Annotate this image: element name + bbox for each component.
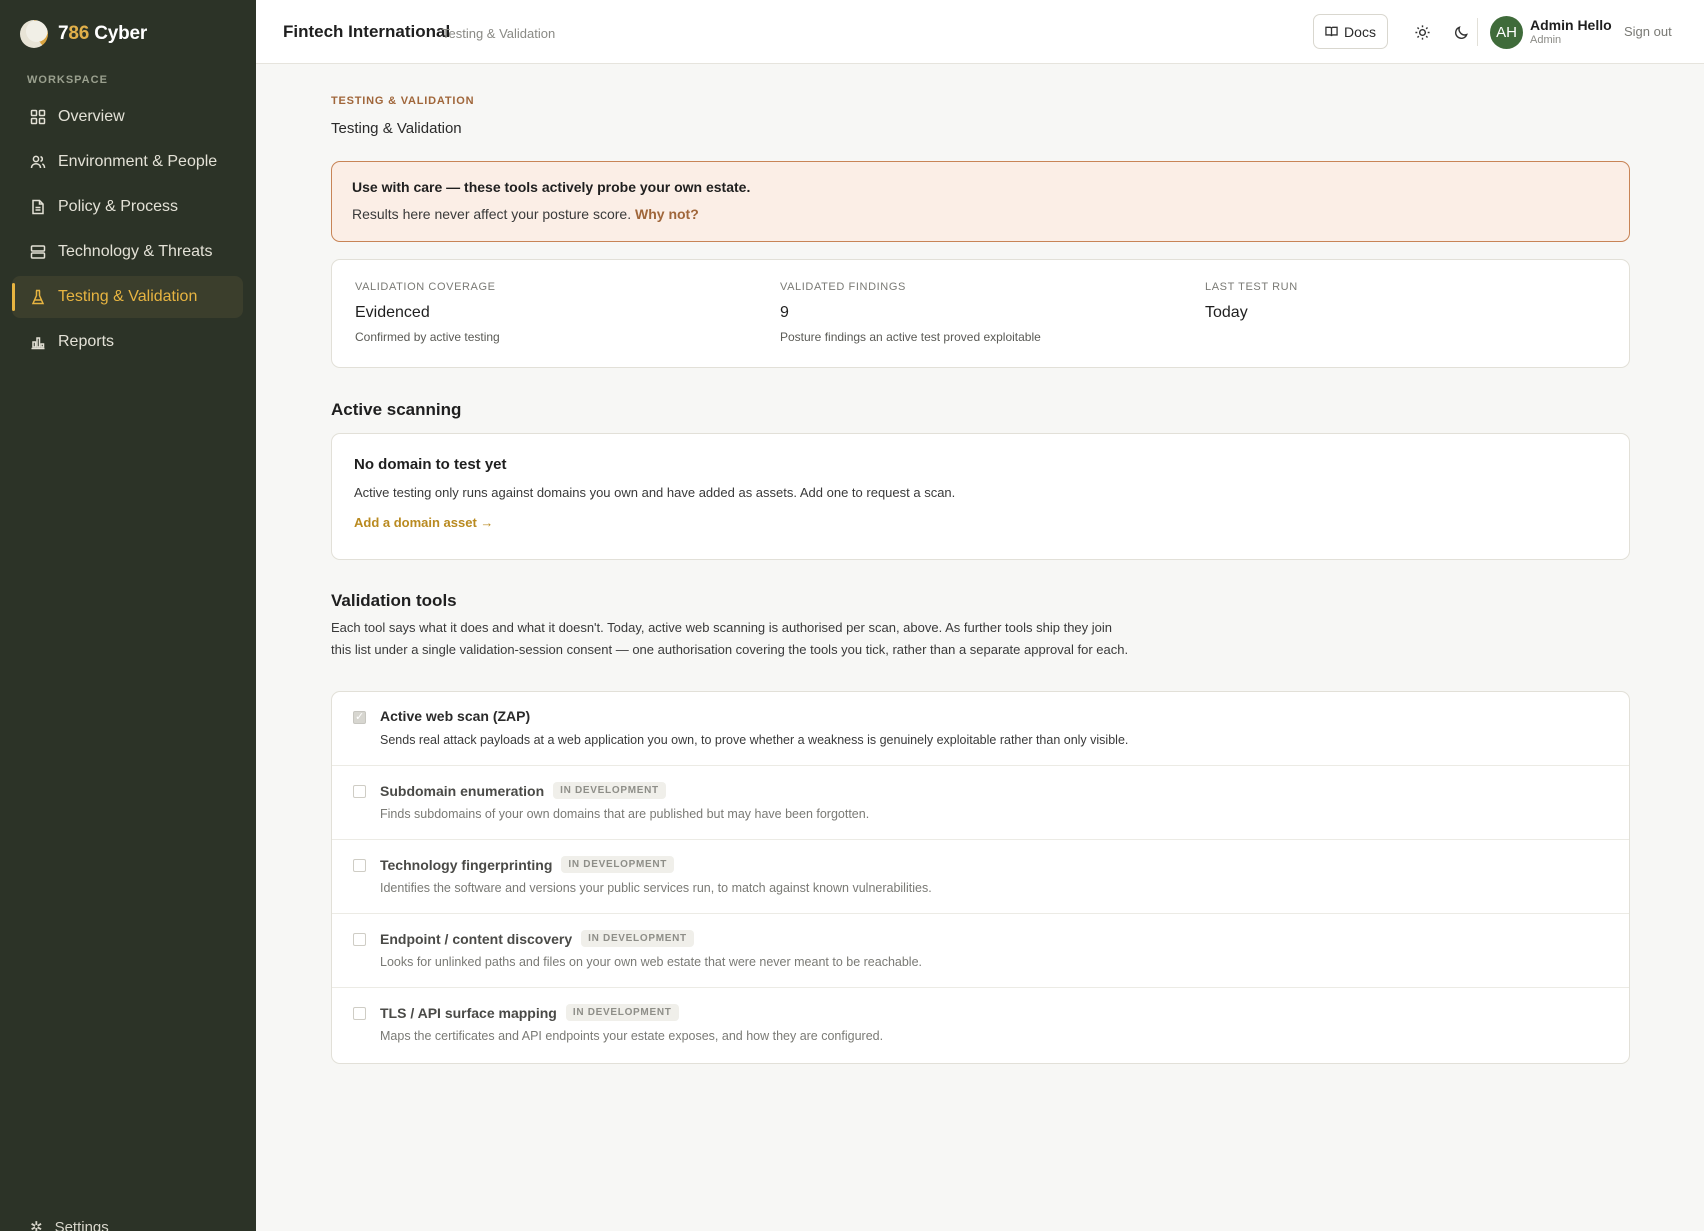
tool-row-active-web-scan: Active web scan (ZAP) Sends real attack … xyxy=(332,692,1629,766)
sidebar-item-label: Reports xyxy=(58,333,115,350)
tool-checkbox[interactable] xyxy=(353,1007,366,1020)
sign-out-link[interactable]: Sign out xyxy=(1624,24,1672,39)
sidebar-item-label: Policy & Process xyxy=(58,198,179,215)
tool-name: Subdomain enumeration IN DEVELOPMENT xyxy=(380,782,666,799)
scan-card-title: No domain to test yet xyxy=(354,456,507,473)
page-eyebrow: TESTING & VALIDATION xyxy=(331,95,475,107)
sidebar-item-label: Technology & Threats xyxy=(58,243,213,260)
status-badge: IN DEVELOPMENT xyxy=(565,1004,679,1021)
validation-tools-intro: Each tool says what it does and what it … xyxy=(331,620,1129,657)
server-icon xyxy=(30,244,46,260)
gear-icon: ✲ xyxy=(30,1219,43,1231)
stat-value: 9 xyxy=(780,304,789,321)
dark-mode-button[interactable] xyxy=(1449,20,1473,44)
sidebar-item-technology[interactable]: Technology & Threats xyxy=(12,231,243,273)
active-scanning-heading: Active scanning xyxy=(331,400,462,419)
user-name: Admin Hello xyxy=(1530,17,1612,33)
sidebar-item-overview[interactable]: Overview xyxy=(12,96,243,138)
tool-name: TLS / API surface mapping IN DEVELOPMENT xyxy=(380,1004,679,1021)
tool-description: Looks for unlinked paths and files on yo… xyxy=(380,955,922,969)
org-name: Fintech International xyxy=(283,22,451,41)
tool-description: Maps the certificates and API endpoints … xyxy=(380,1029,884,1043)
sidebar-nav: Overview Environment & People Policy & P… xyxy=(12,96,243,366)
brand-name: 786 Cyber xyxy=(58,23,148,44)
grid-icon xyxy=(30,109,46,125)
docs-label: Docs xyxy=(1344,23,1376,40)
validation-tools-list: Active web scan (ZAP) Sends real attack … xyxy=(331,691,1630,1064)
tool-checkbox[interactable] xyxy=(353,710,366,724)
avatar[interactable]: AH xyxy=(1490,16,1523,49)
breadcrumb: Testing & Validation xyxy=(442,26,556,41)
warning-title: Use with care — these tools actively pro… xyxy=(352,179,751,195)
status-badge: IN DEVELOPMENT xyxy=(553,782,666,799)
top-bar: Fintech International Testing & Validati… xyxy=(256,0,1704,64)
stats-card: VALIDATION COVERAGE Evidenced Confirmed … xyxy=(331,259,1630,368)
book-icon xyxy=(1325,26,1338,37)
sidebar-item-testing[interactable]: Testing & Validation xyxy=(12,276,243,318)
why-not-link[interactable]: Why not? xyxy=(635,206,699,222)
brand-logo-icon xyxy=(20,20,48,48)
add-domain-asset-link[interactable]: Add a domain asset → xyxy=(354,515,493,530)
tool-row-endpoint-discovery: Endpoint / content discovery IN DEVELOPME… xyxy=(332,914,1629,988)
stat-value: Evidenced xyxy=(355,304,430,321)
tool-row-subdomain-enumeration: Subdomain enumeration IN DEVELOPMENT Find… xyxy=(332,766,1629,840)
stat-note: Confirmed by active testing xyxy=(355,330,500,344)
sidebar-item-reports[interactable]: Reports xyxy=(12,321,243,363)
warning-banner: Use with care — these tools actively pro… xyxy=(331,161,1630,242)
stat-validated-findings: VALIDATED FINDINGS 9 Posture findings an… xyxy=(780,281,1041,344)
tool-description: Finds subdomains of your own domains tha… xyxy=(380,807,870,821)
sun-icon xyxy=(1414,24,1430,40)
stat-label: VALIDATION COVERAGE xyxy=(355,281,496,293)
docs-button[interactable]: Docs xyxy=(1313,14,1388,49)
active-scanning-card: No domain to test yet Active testing onl… xyxy=(331,433,1630,560)
tool-name: Technology fingerprinting IN DEVELOPMENT xyxy=(380,856,675,873)
tool-row-technology-fingerprinting: Technology fingerprinting IN DEVELOPMENT … xyxy=(332,840,1629,914)
stat-last-test-run: LAST TEST RUN Today xyxy=(1205,281,1298,322)
sidebar-item-environment[interactable]: Environment & People xyxy=(12,141,243,183)
sidebar-item-policy[interactable]: Policy & Process xyxy=(12,186,243,228)
tool-description: Sends real attack payloads at a web appl… xyxy=(380,733,1129,747)
status-badge: IN DEVELOPMENT xyxy=(561,856,675,873)
sidebar-item-settings[interactable]: ✲ Settings xyxy=(30,1218,109,1231)
page-title: Testing & Validation xyxy=(331,120,462,137)
tool-checkbox[interactable] xyxy=(353,859,366,872)
stat-validation-coverage: VALIDATION COVERAGE Evidenced Confirmed … xyxy=(355,281,500,344)
tool-name: Active web scan (ZAP) xyxy=(380,708,531,724)
scan-card-body: Active testing only runs against domains… xyxy=(354,485,956,500)
stat-label: LAST TEST RUN xyxy=(1205,281,1298,293)
document-icon xyxy=(30,199,46,215)
user-role: Admin xyxy=(1530,34,1562,46)
tool-checkbox[interactable] xyxy=(353,785,366,798)
warning-body: Results here never affect your posture s… xyxy=(352,206,699,222)
bar-chart-icon xyxy=(30,334,46,350)
tool-description: Identifies the software and versions you… xyxy=(380,881,932,895)
workspace-label: WORKSPACE xyxy=(27,74,108,86)
sidebar: 786 Cyber WORKSPACE Overview Environment… xyxy=(0,0,256,1231)
moon-icon xyxy=(1454,25,1468,39)
divider xyxy=(1477,18,1478,46)
tool-row-tls-api-mapping: TLS / API surface mapping IN DEVELOPMENT … xyxy=(332,988,1629,1062)
light-mode-button[interactable] xyxy=(1410,20,1434,44)
tool-checkbox[interactable] xyxy=(353,933,366,946)
stat-note: Posture findings an active test proved e… xyxy=(780,330,1041,344)
users-icon xyxy=(30,154,46,170)
stat-value: Today xyxy=(1205,304,1248,321)
status-badge: IN DEVELOPMENT xyxy=(581,930,694,947)
sidebar-item-label: Settings xyxy=(54,1218,109,1231)
stat-label: VALIDATED FINDINGS xyxy=(780,281,906,293)
validation-tools-heading: Validation tools xyxy=(331,591,457,610)
sidebar-item-label: Testing & Validation xyxy=(58,288,198,305)
brand[interactable]: 786 Cyber xyxy=(20,20,147,48)
sidebar-item-label: Environment & People xyxy=(58,153,218,170)
tool-name: Endpoint / content discovery IN DEVELOPME… xyxy=(380,930,694,947)
sidebar-item-label: Overview xyxy=(58,108,125,125)
flask-icon xyxy=(30,289,46,305)
